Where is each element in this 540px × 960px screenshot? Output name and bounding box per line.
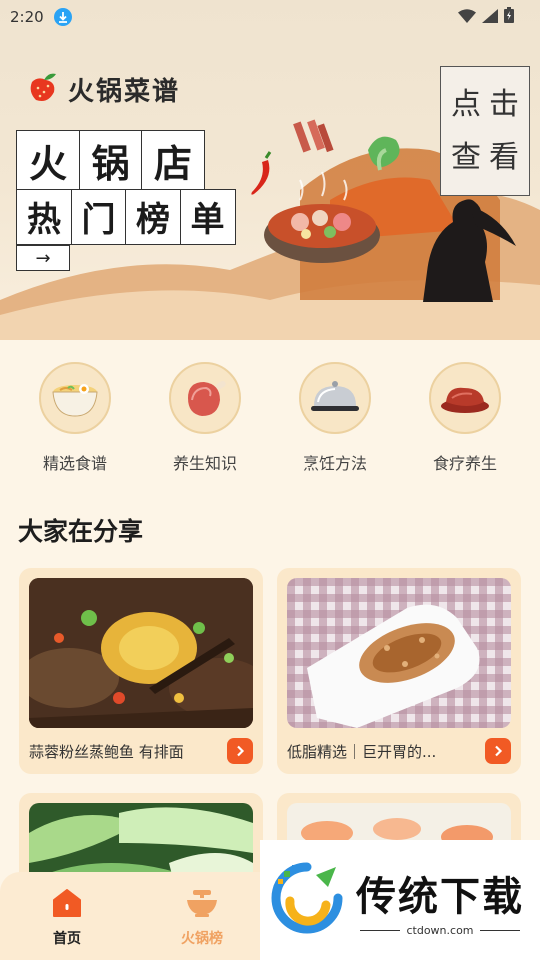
app-name: 火锅菜谱 <box>68 76 181 107</box>
category-label: 养生知识 <box>172 454 237 473</box>
nav-label: 首页 <box>53 931 81 947</box>
hero-title-row-1: 火 锅 店 <box>16 130 234 190</box>
recipe-card[interactable]: 蒜蓉粉丝蒸鲍鱼 有排面 <box>19 568 263 774</box>
cloche-icon <box>299 362 371 434</box>
section-title: 大家在分享 <box>18 517 144 546</box>
hero-title-char: 火 <box>16 130 80 190</box>
go-arrow-button[interactable] <box>485 738 511 764</box>
noodle-bowl-icon <box>39 362 111 434</box>
recipe-card-title: 低脂精选｜巨开胃的... <box>287 742 437 761</box>
click-card-char: 点 <box>451 87 481 122</box>
wifi-icon <box>458 8 476 27</box>
nav-home[interactable]: 首页 <box>22 888 112 948</box>
signal-icon <box>482 8 498 27</box>
status-time: 2:20 <box>10 8 44 26</box>
hero-title-row-2: 热 门 榜 单 <box>16 188 236 245</box>
watermark-url-row: ctdown.com <box>360 923 520 937</box>
ham-icon <box>169 362 241 434</box>
status-bar: 2:20 <box>0 0 540 34</box>
hero-title-char: 榜 <box>125 188 181 245</box>
hero-title-grid: 火 锅 店 热 门 榜 单 → <box>16 130 236 271</box>
click-to-view-card[interactable]: 点 击 查 看 <box>440 66 530 196</box>
category-label: 食疗养生 <box>432 454 497 473</box>
category-food-therapy[interactable]: 食疗养生 <box>410 362 520 474</box>
hero-title-char: 单 <box>179 188 236 245</box>
recipe-card[interactable]: 低脂精选｜巨开胃的... <box>277 568 521 774</box>
recipe-image-crispy-shallots <box>287 578 511 728</box>
meat-dish-icon <box>429 362 501 434</box>
category-row: 精选食谱 养生知识 烹饪方法 食疗养生 <box>0 362 540 474</box>
click-card-char: 击 <box>489 87 519 122</box>
recipe-image-abalone <box>29 578 253 728</box>
strawberry-logo-icon <box>26 70 60 108</box>
watermark-overlay: 传统下载 ctdown.com <box>260 840 540 960</box>
click-card-char: 查 <box>451 140 481 175</box>
category-label: 烹饪方法 <box>302 454 367 473</box>
app-logo: 火锅菜谱 <box>26 70 180 108</box>
category-health-knowledge[interactable]: 养生知识 <box>150 362 260 474</box>
category-label: 精选食谱 <box>42 454 107 473</box>
download-icon <box>53 8 72 26</box>
recipe-card-title: 蒜蓉粉丝蒸鲍鱼 有排面 <box>29 742 184 761</box>
click-card-char: 看 <box>489 140 519 175</box>
nav-label: 火锅榜 <box>181 931 223 947</box>
battery-icon <box>504 7 514 27</box>
hero-arrow-button[interactable]: → <box>16 245 70 271</box>
watermark-url: ctdown.com <box>406 923 474 937</box>
category-cooking-methods[interactable]: 烹饪方法 <box>280 362 390 474</box>
hero-title-char: 门 <box>70 188 127 245</box>
hero-title-char: 热 <box>16 188 72 245</box>
nav-hotpot-rank[interactable]: 火锅榜 <box>157 888 247 948</box>
watermark-title: 传统下载 <box>356 873 524 920</box>
category-selected-recipes[interactable]: 精选食谱 <box>20 362 130 474</box>
hotpot-icon <box>185 888 219 922</box>
ctdown-logo-icon <box>270 861 344 939</box>
hero-title-char: 锅 <box>78 130 143 190</box>
hero-banner[interactable]: 火锅菜谱 火 锅 店 热 门 榜 单 → 点 击 查 看 <box>0 0 540 340</box>
hero-title-char: 店 <box>141 130 205 190</box>
home-icon <box>51 888 83 922</box>
go-arrow-button[interactable] <box>227 738 253 764</box>
